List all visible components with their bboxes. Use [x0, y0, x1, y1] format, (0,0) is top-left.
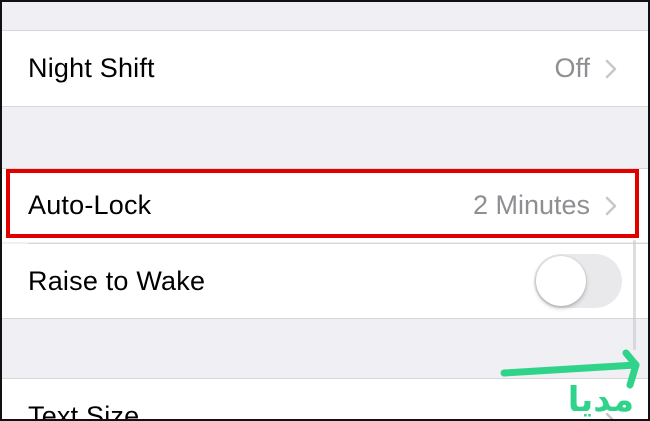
auto-lock-value: 2 Minutes [472, 190, 590, 220]
watermark-text: مدیا [568, 380, 634, 419]
auto-lock-label: Auto-Lock [28, 190, 152, 220]
raise-to-wake-toggle[interactable] [534, 254, 622, 308]
chevron-right-icon [605, 59, 617, 78]
night-shift-label: Night Shift [28, 53, 155, 83]
auto-lock-row[interactable]: Auto-Lock 2 Minutes [2, 168, 648, 242]
scrollbar[interactable] [633, 240, 636, 350]
raise-to-wake-label: Raise to Wake [28, 265, 206, 296]
night-shift-row[interactable]: Night Shift Off [2, 30, 648, 107]
watermark-logo: مدیا [500, 349, 640, 419]
night-shift-value: Off [554, 53, 590, 83]
raise-to-wake-row: Raise to Wake [2, 244, 648, 319]
chevron-right-icon [605, 196, 617, 215]
toggle-knob [536, 256, 586, 306]
top-partial-row [2, 0, 648, 2]
